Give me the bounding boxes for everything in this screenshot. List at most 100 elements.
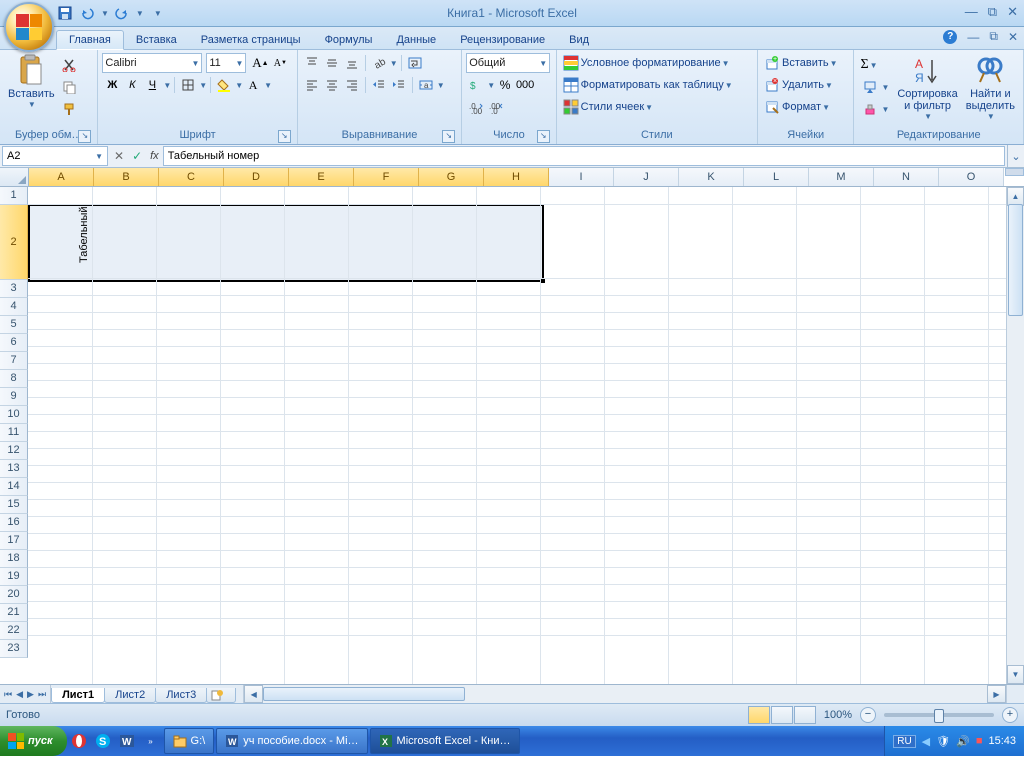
comma-format-icon[interactable]: 000 xyxy=(517,77,533,93)
row-header-23[interactable]: 23 xyxy=(0,640,28,658)
column-header-M[interactable]: M xyxy=(809,168,874,186)
copy-icon[interactable] xyxy=(61,79,77,95)
row-header-22[interactable]: 22 xyxy=(0,622,28,640)
selection-range[interactable] xyxy=(28,204,544,282)
doc-close-button[interactable]: ✕ xyxy=(1008,30,1018,44)
redo-icon[interactable] xyxy=(113,4,131,22)
align-bottom-icon[interactable] xyxy=(344,55,360,71)
conditional-formatting-button[interactable]: Условное форматирование▼ xyxy=(561,52,730,74)
accounting-format-icon[interactable]: $ xyxy=(468,77,484,93)
clear-button[interactable]: ▼ xyxy=(860,98,889,120)
format-cells-button[interactable]: Формат▼ xyxy=(762,96,830,118)
row-header-1[interactable]: 1 xyxy=(0,187,28,205)
column-header-I[interactable]: I xyxy=(549,168,614,186)
select-all-button[interactable] xyxy=(0,168,29,186)
save-icon[interactable] xyxy=(56,4,74,22)
align-right-icon[interactable] xyxy=(344,77,360,93)
column-header-C[interactable]: C xyxy=(159,168,224,186)
wrap-text-icon[interactable] xyxy=(407,55,423,71)
number-format-combo[interactable]: Общий▼ xyxy=(466,53,550,73)
decrease-indent-icon[interactable] xyxy=(371,77,387,93)
sheet-tab-3[interactable]: Лист3 xyxy=(155,688,207,703)
increase-decimal-icon[interactable]: .0.00 xyxy=(468,99,484,115)
tab-insert[interactable]: Вставка xyxy=(124,31,189,49)
column-header-G[interactable]: G xyxy=(419,168,484,186)
zoom-in-button[interactable]: + xyxy=(1002,707,1018,723)
increase-indent-icon[interactable] xyxy=(391,77,407,93)
view-normal-button[interactable] xyxy=(748,706,770,724)
bold-button[interactable]: Ж xyxy=(104,77,120,93)
tray-icon-3[interactable]: 🔊 xyxy=(956,735,970,748)
sort-filter-button[interactable]: АЯ Сортировка и фильтр▼ xyxy=(893,52,961,123)
align-middle-icon[interactable] xyxy=(324,55,340,71)
quick-launch-word[interactable]: W xyxy=(116,729,138,753)
qat-customize-icon[interactable]: ▼ xyxy=(154,9,162,18)
column-header-J[interactable]: J xyxy=(614,168,679,186)
alignment-launcher-icon[interactable]: ↘ xyxy=(442,130,455,143)
cut-icon[interactable] xyxy=(61,57,77,73)
align-top-icon[interactable] xyxy=(304,55,320,71)
sheet-nav-prev-icon[interactable]: ◀ xyxy=(16,689,23,700)
autosum-button[interactable]: Σ▼ xyxy=(860,54,889,76)
zoom-slider[interactable] xyxy=(884,713,994,717)
tab-review[interactable]: Рецензирование xyxy=(448,31,557,49)
fill-button[interactable]: ▼ xyxy=(860,76,889,98)
tab-page-layout[interactable]: Разметка страницы xyxy=(189,31,313,49)
font-launcher-icon[interactable]: ↘ xyxy=(278,130,291,143)
vertical-split-handle[interactable] xyxy=(1005,168,1024,176)
fx-icon[interactable]: fx xyxy=(150,150,159,162)
row-header-18[interactable]: 18 xyxy=(0,550,28,568)
redo-dropdown-icon[interactable]: ▼ xyxy=(136,9,144,18)
view-page-layout-button[interactable] xyxy=(771,706,793,724)
office-button[interactable] xyxy=(4,2,54,52)
hscroll-thumb[interactable] xyxy=(263,687,465,701)
column-header-D[interactable]: D xyxy=(224,168,289,186)
formula-bar[interactable]: Табельный номер xyxy=(163,146,1005,166)
taskbar-item-explorer[interactable]: G:\ xyxy=(164,728,215,754)
cell-A2[interactable]: Табельный xyxy=(28,204,92,278)
borders-icon[interactable] xyxy=(180,77,196,93)
format-painter-icon[interactable] xyxy=(61,101,77,117)
sheet-tab-2[interactable]: Лист2 xyxy=(104,688,156,703)
tab-data[interactable]: Данные xyxy=(384,31,448,49)
row-header-4[interactable]: 4 xyxy=(0,298,28,316)
row-header-2[interactable]: 2 xyxy=(0,205,28,280)
row-header-13[interactable]: 13 xyxy=(0,460,28,478)
insert-cells-button[interactable]: +Вставить▼ xyxy=(762,52,838,74)
row-header-6[interactable]: 6 xyxy=(0,334,28,352)
enter-formula-icon[interactable]: ✓ xyxy=(132,149,142,163)
language-indicator[interactable]: RU xyxy=(893,735,915,748)
row-header-7[interactable]: 7 xyxy=(0,352,28,370)
underline-button[interactable]: Ч xyxy=(144,77,160,93)
tab-home[interactable]: Главная xyxy=(56,30,124,50)
row-header-8[interactable]: 8 xyxy=(0,370,28,388)
column-header-A[interactable]: A xyxy=(29,168,94,186)
number-launcher-icon[interactable]: ↘ xyxy=(537,130,550,143)
horizontal-scrollbar[interactable]: ◀ ▶ xyxy=(243,685,1006,703)
column-header-N[interactable]: N xyxy=(874,168,939,186)
percent-format-icon[interactable]: % xyxy=(497,77,513,93)
font-name-combo[interactable]: Calibri▼ xyxy=(102,53,202,73)
find-select-button[interactable]: Найти и выделить▼ xyxy=(962,52,1019,123)
start-button[interactable]: пуск xyxy=(0,726,67,756)
quick-launch-more[interactable]: » xyxy=(140,729,162,753)
row-header-10[interactable]: 10 xyxy=(0,406,28,424)
align-center-icon[interactable] xyxy=(324,77,340,93)
column-header-E[interactable]: E xyxy=(289,168,354,186)
zoom-out-button[interactable]: − xyxy=(860,707,876,723)
formula-bar-expand-icon[interactable]: ⌄ xyxy=(1007,145,1024,167)
scroll-left-button[interactable]: ◀ xyxy=(244,685,263,703)
decrease-decimal-icon[interactable]: .00.0 xyxy=(488,99,504,115)
font-color-icon[interactable]: A xyxy=(245,77,261,93)
clock[interactable]: 15:43 xyxy=(988,735,1016,747)
restore-button[interactable]: ⧉ xyxy=(988,4,997,20)
vscroll-thumb[interactable] xyxy=(1008,204,1023,316)
row-header-21[interactable]: 21 xyxy=(0,604,28,622)
doc-restore-button[interactable]: ⧉ xyxy=(989,29,998,44)
orientation-icon[interactable]: ab xyxy=(371,55,387,71)
delete-cells-button[interactable]: ×Удалить▼ xyxy=(762,74,833,96)
clipboard-launcher-icon[interactable]: ↘ xyxy=(78,130,91,143)
font-size-combo[interactable]: 11▼ xyxy=(206,53,246,73)
row-header-12[interactable]: 12 xyxy=(0,442,28,460)
quick-launch-opera[interactable] xyxy=(68,729,90,753)
